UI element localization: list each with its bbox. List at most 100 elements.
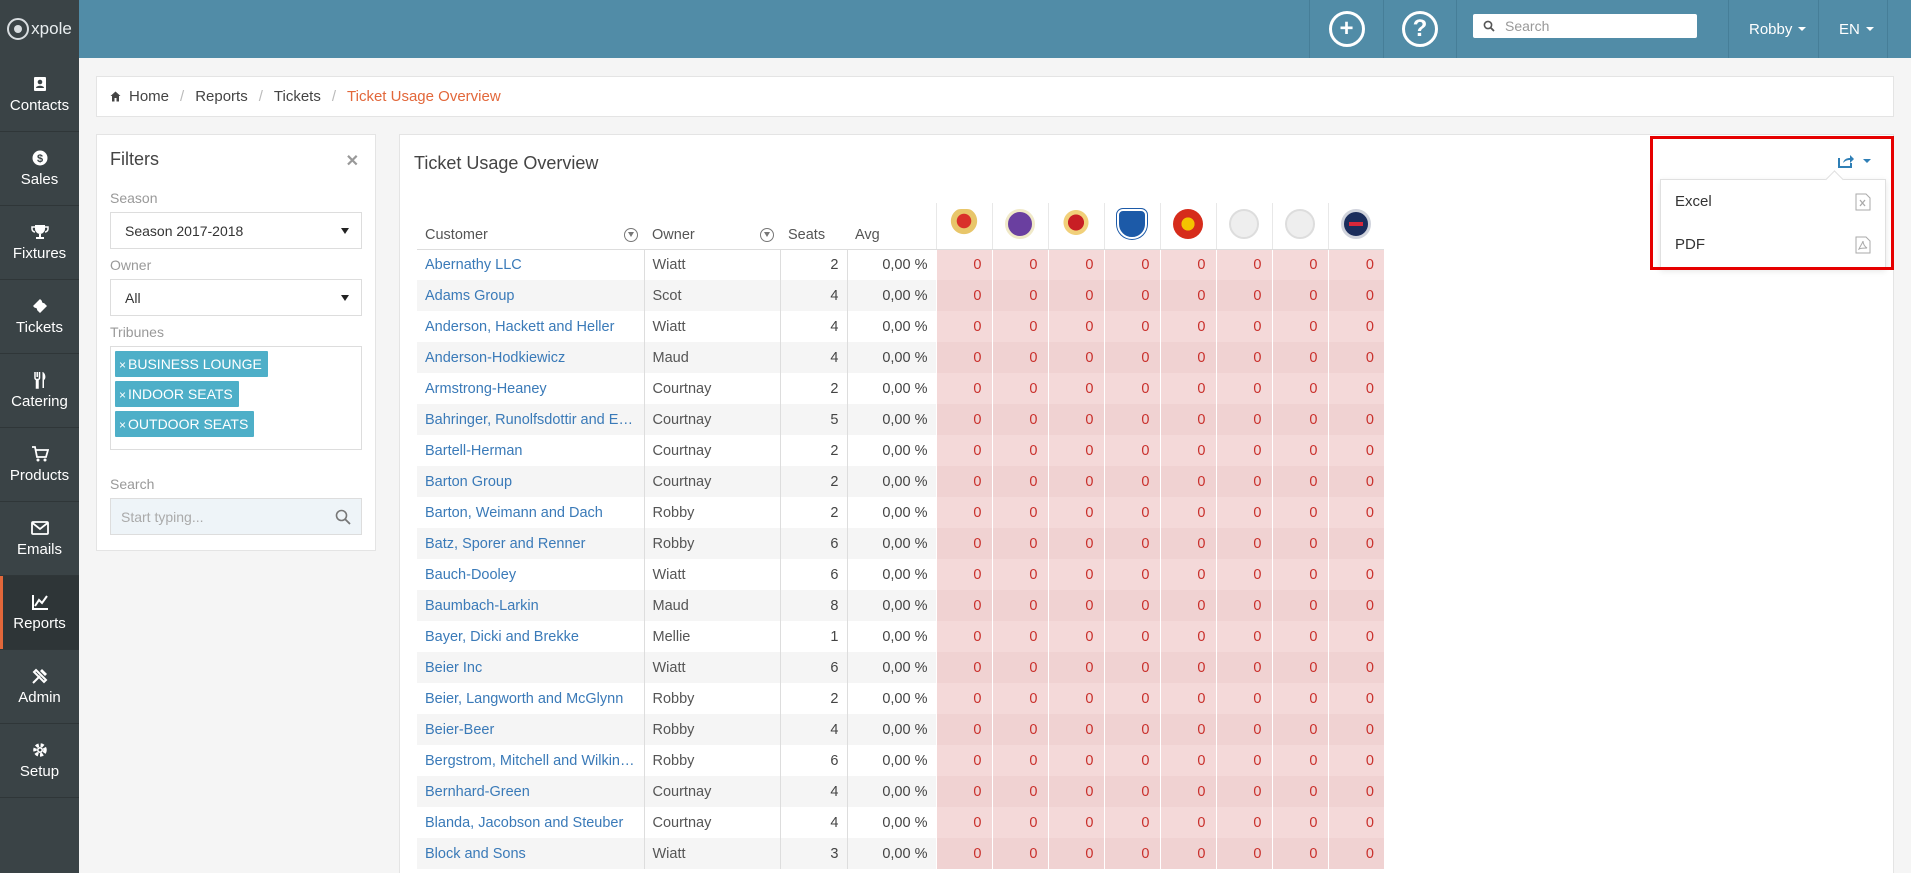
user-menu[interactable]: Robby	[1728, 0, 1818, 58]
seats-cell: 4	[780, 807, 848, 838]
usage-cell: 0	[991, 683, 1048, 714]
avg-cell: 0,00 %	[847, 652, 936, 683]
usage-cell: 0	[1215, 528, 1272, 559]
usage-cell: 0	[1271, 776, 1328, 807]
sidebar-item-catering[interactable]: Catering	[0, 354, 79, 428]
usage-cell: 0	[1103, 528, 1160, 559]
customer-link[interactable]: Baumbach-Larkin	[417, 590, 645, 621]
sidebar-item-label: Catering	[11, 393, 68, 410]
sidebar: xpole Contacts $ Sales Fixtures Tickets Cater…	[0, 0, 79, 873]
customer-link[interactable]: Adams Group	[417, 280, 645, 311]
sidebar-item-contacts[interactable]: Contacts	[0, 58, 79, 132]
filter-search-input[interactable]	[121, 508, 311, 525]
fixture-column-header[interactable]	[1159, 203, 1216, 250]
remove-tag-icon[interactable]: ×	[119, 418, 126, 432]
table-row: Armstrong-Heaney Courtnay 2 0,00 % 0 0 0 0 0 0 0 0	[417, 373, 1384, 404]
customer-link[interactable]: Anderson, Hackett and Heller	[417, 311, 645, 342]
column-header-customer[interactable]: Customer	[417, 203, 644, 250]
usage-cell: 0	[1047, 435, 1104, 466]
owner-cell: Robby	[644, 683, 781, 714]
breadcrumb-tickets[interactable]: Tickets	[274, 88, 321, 105]
sidebar-item-sales[interactable]: $ Sales	[0, 132, 79, 206]
help-button[interactable]: ?	[1383, 0, 1457, 58]
column-filter-icon[interactable]	[760, 227, 774, 242]
tribune-tag[interactable]: × BUSINESS LOUNGE	[115, 351, 268, 377]
table-row: Bartell-Herman Courtnay 2 0,00 % 0 0 0 0 0 0 0 0	[417, 435, 1384, 466]
customer-link[interactable]: Bergstrom, Mitchell and Wilkins...	[417, 745, 645, 776]
seats-cell: 4	[780, 311, 848, 342]
tribune-tag[interactable]: × INDOOR SEATS	[115, 381, 239, 407]
usage-cell: 0	[991, 652, 1048, 683]
customer-link[interactable]: Anderson-Hodkiewicz	[417, 342, 645, 373]
customer-link[interactable]: Bartell-Herman	[417, 435, 645, 466]
customer-link[interactable]: Barton Group	[417, 466, 645, 497]
fixture-column-header[interactable]	[1327, 203, 1384, 250]
customer-link[interactable]: Bahringer, Runolfsdottir and Eff...	[417, 404, 645, 435]
customer-link[interactable]: Bauch-Dooley	[417, 559, 645, 590]
export-pdf[interactable]: PDF	[1661, 223, 1885, 266]
season-select[interactable]: Season 2017-2018	[110, 212, 362, 249]
global-search-input[interactable]	[1505, 18, 1685, 34]
fixture-column-header[interactable]	[1271, 203, 1328, 250]
usage-cell: 0	[1215, 683, 1272, 714]
usage-cell: 0	[935, 807, 992, 838]
customer-link[interactable]: Bayer, Dicki and Brekke	[417, 621, 645, 652]
close-icon[interactable]: ✕	[346, 151, 359, 171]
owner-cell: Wiatt	[644, 559, 781, 590]
add-button[interactable]: +	[1309, 0, 1383, 58]
usage-cell: 0	[1215, 497, 1272, 528]
customer-link[interactable]: Bernhard-Green	[417, 776, 645, 807]
customer-link[interactable]: Blanda, Jacobson and Steuber	[417, 807, 645, 838]
remove-tag-icon[interactable]: ×	[119, 388, 126, 402]
fixture-column-header[interactable]	[991, 203, 1048, 250]
usage-cell: 0	[1271, 745, 1328, 776]
fixture-column-header[interactable]	[935, 203, 992, 250]
owner-label: Owner	[110, 257, 152, 273]
fixture-column-header[interactable]	[1047, 203, 1104, 250]
sidebar-item-emails[interactable]: Emails	[0, 502, 79, 576]
customer-link[interactable]: Beier Inc	[417, 652, 645, 683]
fixture-column-header[interactable]	[1103, 203, 1160, 250]
global-search[interactable]	[1473, 14, 1697, 38]
sidebar-item-reports[interactable]: Reports	[0, 576, 79, 650]
column-header-seats[interactable]: Seats	[780, 203, 847, 250]
sidebar-item-setup[interactable]: Setup	[0, 724, 79, 798]
customer-link[interactable]: Beier, Langworth and McGlynn	[417, 683, 645, 714]
breadcrumb-reports[interactable]: Reports	[195, 88, 248, 105]
sidebar-item-products[interactable]: Products	[0, 428, 79, 502]
usage-cell: 0	[1215, 838, 1272, 869]
sidebar-item-fixtures[interactable]: Fixtures	[0, 206, 79, 280]
usage-cell: 0	[991, 280, 1048, 311]
breadcrumb-home[interactable]: Home	[129, 88, 169, 105]
language-menu[interactable]: EN	[1818, 0, 1888, 58]
ticket-icon	[30, 297, 50, 315]
owner-select[interactable]: All	[110, 279, 362, 316]
customer-link[interactable]: Beier-Beer	[417, 714, 645, 745]
customer-link[interactable]: Block and Sons	[417, 838, 645, 869]
club-logo-man-utd	[1173, 208, 1203, 239]
usage-cell: 0	[1047, 528, 1104, 559]
sidebar-item-tickets[interactable]: Tickets	[0, 280, 79, 354]
sidebar-item-admin[interactable]: Admin	[0, 650, 79, 724]
owner-cell: Courtnay	[644, 435, 781, 466]
tribunes-multiselect[interactable]: × BUSINESS LOUNGE × INDOOR SEATS × OUTDOOR SE…	[110, 346, 362, 450]
export-excel[interactable]: Excel	[1661, 180, 1885, 223]
remove-tag-icon[interactable]: ×	[119, 358, 126, 372]
sidebar-item-label: Contacts	[9, 97, 70, 114]
sidebar-item-label: Reports	[13, 615, 66, 632]
tribune-tag[interactable]: × OUTDOOR SEATS	[115, 411, 255, 437]
column-filter-icon[interactable]	[624, 227, 638, 242]
customer-link[interactable]: Barton, Weimann and Dach	[417, 497, 645, 528]
avg-cell: 0,00 %	[882, 566, 928, 583]
column-header-avg[interactable]: Avg	[847, 203, 936, 250]
fixture-column-header[interactable]	[1215, 203, 1272, 250]
customer-link[interactable]: Armstrong-Heaney	[417, 373, 645, 404]
customer-link[interactable]: Batz, Sporer and Renner	[417, 528, 645, 559]
app-logo[interactable]: xpole	[0, 0, 79, 58]
customer-link[interactable]: Abernathy LLC	[417, 249, 645, 280]
seats-cell: 6	[780, 559, 848, 590]
filter-search[interactable]	[110, 498, 362, 535]
trophy-icon	[30, 223, 50, 241]
column-header-owner[interactable]: Owner	[644, 203, 780, 250]
export-button[interactable]	[1837, 153, 1871, 169]
